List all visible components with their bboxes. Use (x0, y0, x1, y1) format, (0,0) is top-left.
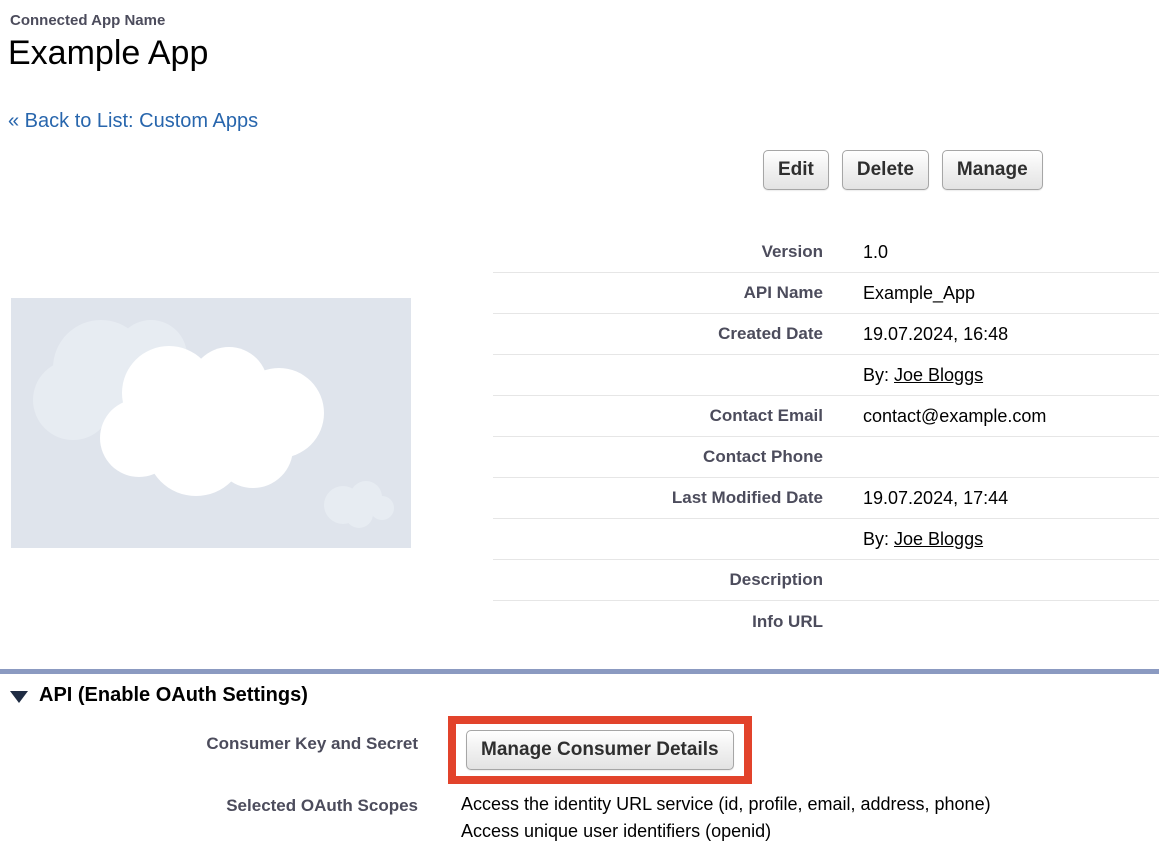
detail-table: Version 1.0 API Name Example_App Created… (493, 232, 1159, 642)
manage-button[interactable]: Manage (942, 150, 1043, 190)
field-value: contact@example.com (823, 406, 1046, 427)
field-label: Info URL (493, 612, 823, 632)
field-label: API Name (493, 283, 823, 303)
detail-row-api-name: API Name Example_App (493, 273, 1159, 314)
field-value: 19.07.2024, 17:44 (823, 488, 1008, 509)
app-logo (11, 298, 411, 548)
connected-app-name-label: Connected App Name (10, 12, 165, 29)
field-value: 1.0 (823, 242, 888, 263)
oauth-scope-item: Access the identity URL service (id, pro… (461, 791, 991, 818)
cloud-icon (11, 298, 411, 548)
detail-row-modified-by: By: Joe Bloggs (493, 519, 1159, 560)
oauth-scopes-values: Access the identity URL service (id, pro… (461, 791, 991, 845)
section-title: API (Enable OAuth Settings) (39, 684, 308, 707)
modified-by-link[interactable]: Joe Bloggs (894, 529, 983, 549)
oauth-scope-item: Access unique user identifiers (openid) (461, 818, 991, 845)
field-label: Version (493, 242, 823, 262)
oauth-section-header: API (Enable OAuth Settings) (10, 684, 308, 707)
action-toolbar: Edit Delete Manage (763, 150, 1043, 190)
manage-consumer-details-button[interactable]: Manage Consumer Details (466, 730, 734, 770)
edit-button[interactable]: Edit (763, 150, 829, 190)
field-label: Contact Phone (493, 447, 823, 467)
detail-row-contact-phone: Contact Phone (493, 437, 1159, 478)
field-value: By: Joe Bloggs (823, 529, 983, 550)
delete-button[interactable]: Delete (842, 150, 929, 190)
detail-row-description: Description (493, 560, 1159, 601)
detail-row-last-modified-date: Last Modified Date 19.07.2024, 17:44 (493, 478, 1159, 519)
highlight-annotation: Manage Consumer Details (448, 716, 752, 784)
detail-row-info-url: Info URL (493, 601, 1159, 642)
consumer-key-label: Consumer Key and Secret (0, 734, 418, 754)
oauth-scopes-label: Selected OAuth Scopes (0, 796, 418, 816)
field-value: 19.07.2024, 16:48 (823, 324, 1008, 345)
field-label: Last Modified Date (493, 488, 823, 508)
field-label: Contact Email (493, 406, 823, 426)
by-prefix: By: (863, 529, 894, 549)
detail-row-version: Version 1.0 (493, 232, 1159, 273)
page-title: Example App (8, 34, 208, 73)
field-value: Example_App (823, 283, 975, 304)
back-to-list-link[interactable]: « Back to List: Custom Apps (8, 110, 258, 133)
collapse-section-icon[interactable] (10, 691, 28, 703)
detail-row-created-date: Created Date 19.07.2024, 16:48 (493, 314, 1159, 355)
section-divider (0, 669, 1159, 674)
created-by-link[interactable]: Joe Bloggs (894, 365, 983, 385)
field-label: Created Date (493, 324, 823, 344)
detail-row-contact-email: Contact Email contact@example.com (493, 396, 1159, 437)
field-label: Description (493, 570, 823, 590)
detail-row-created-by: By: Joe Bloggs (493, 355, 1159, 396)
by-prefix: By: (863, 365, 894, 385)
field-value: By: Joe Bloggs (823, 365, 983, 386)
